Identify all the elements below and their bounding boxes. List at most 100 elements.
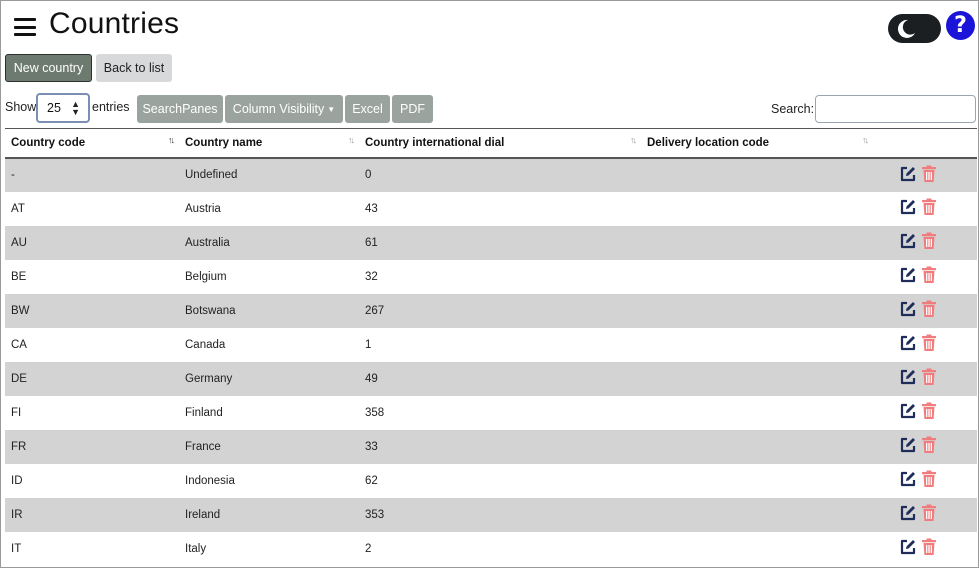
cell-actions	[873, 192, 977, 226]
trash-icon[interactable]	[921, 504, 937, 525]
cell-country-name: Undefined	[185, 169, 238, 181]
cell-country-code: -	[11, 169, 15, 181]
search-input[interactable]	[815, 95, 976, 123]
column-header-delivery-location[interactable]: Delivery location code ↑↓	[641, 128, 873, 159]
table-row: IR Ireland 353	[5, 497, 977, 532]
sort-icon: ↑↓	[168, 135, 175, 145]
caret-down-icon: ▼	[327, 104, 336, 114]
cell-dial: 49	[365, 372, 378, 385]
trash-icon[interactable]	[921, 368, 937, 389]
cell-dial: 267	[365, 304, 385, 317]
trash-icon[interactable]	[921, 266, 937, 287]
hamburger-menu-icon[interactable]	[14, 18, 36, 36]
cell-dial: 62	[365, 474, 378, 487]
theme-toggle[interactable]	[888, 14, 941, 43]
table-row: - Undefined 0	[5, 157, 977, 192]
edit-icon[interactable]	[899, 436, 917, 457]
column-header-country-code[interactable]: Country code ↑↓	[5, 128, 179, 159]
searchpanes-button[interactable]: SearchPanes	[137, 95, 223, 123]
cell-country-code: ID	[11, 474, 23, 487]
cell-country-name: Germany	[185, 372, 233, 385]
cell-delivery-location	[641, 192, 873, 226]
table-row: DE Germany 49	[5, 361, 977, 396]
trash-icon[interactable]	[921, 402, 937, 423]
cell-country-name: France	[185, 440, 221, 453]
cell-country-code: IT	[11, 542, 22, 555]
countries-table: Country code ↑↓ Country name ↑↓ Country in…	[5, 128, 977, 566]
help-icon[interactable]: ?	[946, 11, 975, 40]
cell-actions	[873, 158, 977, 192]
cell-dial: 2	[365, 542, 372, 555]
sort-icon: ↑↓	[348, 135, 355, 145]
trash-icon[interactable]	[921, 232, 937, 253]
cell-actions	[873, 532, 977, 566]
table-body: - Undefined 0 AT Austria 43 AU Australia 61 BE Bel…	[5, 157, 977, 566]
trash-icon[interactable]	[921, 198, 937, 219]
trash-icon[interactable]	[921, 165, 937, 186]
table-row: IT Italy 2	[5, 532, 977, 566]
cell-actions	[873, 226, 977, 260]
page-header: Countries ?	[1, 1, 978, 53]
cell-delivery-location	[641, 260, 873, 294]
sort-icon: ↑↓	[630, 135, 637, 145]
cell-dial: 358	[365, 406, 385, 419]
cell-dial: 1	[365, 338, 372, 351]
cell-country-code: FR	[11, 440, 27, 453]
table-row: FR France 33	[5, 429, 977, 464]
column-header-dial[interactable]: Country international dial ↑↓	[359, 128, 641, 159]
trash-icon[interactable]	[921, 538, 937, 559]
edit-icon[interactable]	[899, 232, 917, 253]
cell-delivery-location	[641, 158, 873, 192]
new-country-button[interactable]: New country	[5, 54, 92, 82]
entries-label: entries	[92, 100, 130, 114]
cell-country-name: Austria	[185, 202, 221, 215]
cell-delivery-location	[641, 464, 873, 498]
edit-icon[interactable]	[899, 470, 917, 491]
table-row: BW Botswana 267	[5, 293, 977, 328]
excel-button[interactable]: Excel	[345, 95, 390, 123]
cell-country-name: Botswana	[185, 304, 236, 317]
cell-delivery-location	[641, 498, 873, 532]
cell-country-code: BE	[11, 270, 27, 283]
pdf-button[interactable]: PDF	[392, 95, 433, 123]
cell-actions	[873, 498, 977, 532]
cell-dial: 32	[365, 270, 378, 283]
cell-delivery-location	[641, 226, 873, 260]
countries-table-wrapper: Country code ↑↓ Country name ↑↓ Country in…	[5, 128, 977, 566]
edit-icon[interactable]	[899, 198, 917, 219]
cell-country-code: IR	[11, 508, 23, 521]
entries-length-select[interactable]: 25 ▲ ▼	[36, 93, 90, 123]
trash-icon[interactable]	[921, 300, 937, 321]
edit-icon[interactable]	[899, 368, 917, 389]
trash-icon[interactable]	[921, 470, 937, 491]
cell-dial: 61	[365, 236, 378, 249]
back-to-list-button[interactable]: Back to list	[96, 54, 172, 82]
table-header-row: Country code ↑↓ Country name ↑↓ Country in…	[5, 128, 977, 159]
cell-country-code: DE	[11, 372, 27, 385]
edit-icon[interactable]	[899, 266, 917, 287]
edit-icon[interactable]	[899, 300, 917, 321]
cell-actions	[873, 396, 977, 430]
moon-icon	[897, 19, 915, 38]
show-label: Show	[5, 100, 37, 114]
cell-country-name: Italy	[185, 542, 207, 555]
column-visibility-label: Column Visibility	[232, 102, 325, 116]
cell-dial: 353	[365, 508, 385, 521]
cell-delivery-location	[641, 430, 873, 464]
cell-delivery-location	[641, 328, 873, 362]
edit-icon[interactable]	[899, 538, 917, 559]
cell-delivery-location	[641, 396, 873, 430]
table-row: CA Canada 1	[5, 328, 977, 362]
edit-icon[interactable]	[899, 165, 917, 186]
edit-icon[interactable]	[899, 334, 917, 355]
edit-icon[interactable]	[899, 402, 917, 423]
edit-icon[interactable]	[899, 504, 917, 525]
trash-icon[interactable]	[921, 334, 937, 355]
trash-icon[interactable]	[921, 436, 937, 457]
cell-country-code: AT	[11, 202, 25, 215]
column-visibility-button[interactable]: Column Visibility ▼	[225, 95, 343, 123]
cell-delivery-location	[641, 362, 873, 396]
cell-country-code: FI	[11, 406, 22, 419]
column-header-country-name[interactable]: Country name ↑↓	[179, 128, 359, 159]
select-arrows-icon: ▲ ▼	[71, 99, 80, 117]
